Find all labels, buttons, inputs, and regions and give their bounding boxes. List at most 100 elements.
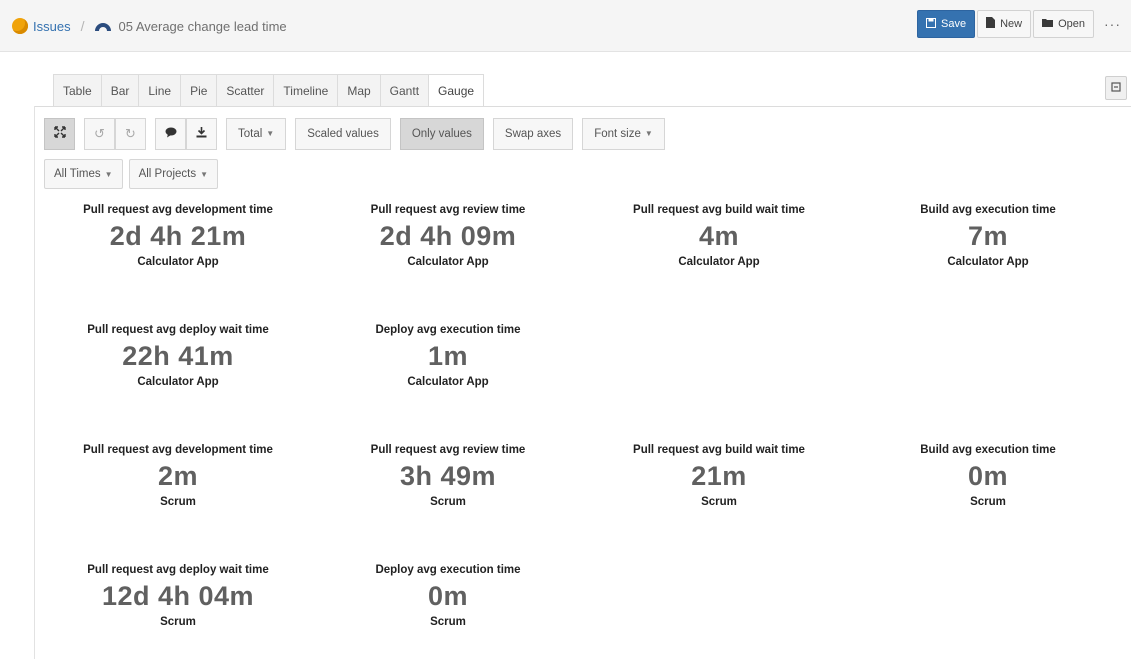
gauge-title: Deploy avg execution time [375,564,521,576]
gauge-project: Calculator App [407,256,489,268]
open-button[interactable]: Open [1033,10,1094,38]
gauge-card: Pull request avg review time 3h 49m Scru… [313,442,583,510]
gauge-project: Scrum [430,616,466,628]
gauge-value: 7m [967,221,1009,251]
gauge-value: 3h 49m [399,461,497,491]
tab-bar[interactable]: Bar [100,74,139,107]
undo-icon: ↺ [94,125,105,141]
gauge-project: Scrum [701,496,737,508]
gauge-card: Pull request avg build wait time 4m Calc… [584,202,854,270]
gauge-title: Pull request avg build wait time [633,204,805,216]
gauge-card: Pull request avg deploy wait time 12d 4h… [43,562,313,630]
times-filter-dropdown[interactable]: All Times ▼ [44,159,123,189]
gauge-card: Pull request avg review time 2d 4h 09m C… [313,202,583,270]
gauge-card: Build avg execution time 0m Scrum [853,442,1123,510]
gauge-project: Calculator App [137,376,219,388]
scaled-values-toggle[interactable]: Scaled values [295,117,391,150]
gauge-title: Deploy avg execution time [375,324,521,336]
font-size-label: Font size [594,127,641,140]
chevron-down-icon: ▼ [644,129,653,138]
swap-axes-button[interactable]: Swap axes [492,117,574,150]
gauge-value: 12d 4h 04m [101,581,255,611]
gauge-value: 22h 41m [122,341,234,371]
gauge-value: 2m [157,461,199,491]
redo-icon: ↻ [125,125,136,141]
tab-line[interactable]: Line [138,74,181,107]
comment-icon [165,126,177,141]
tab-table[interactable]: Table [53,74,101,107]
times-filter-label: All Times [54,168,101,180]
gauge-title: Build avg execution time [920,204,1056,216]
redo-button[interactable]: ↻ [115,117,146,150]
projects-filter-dropdown[interactable]: All Projects ▼ [128,159,219,189]
gauge-value: 21m [691,461,747,491]
undo-button[interactable]: ↺ [84,117,115,150]
gauge-project: Calculator App [947,256,1029,268]
gauge-value: 2d 4h 21m [109,221,247,251]
gauge-card: Deploy avg execution time 1m Calculator … [313,322,583,390]
gauge-value: 1m [427,341,469,371]
comment-button[interactable] [155,117,186,150]
new-label: New [1000,18,1023,30]
breadcrumb-issues-link[interactable]: Issues [33,19,71,34]
gauge-title: Pull request avg development time [83,444,273,456]
report-title: 05 Average change lead time [118,18,287,34]
expand-icon [53,126,66,141]
gauge-project: Calculator App [137,256,219,268]
tab-pie[interactable]: Pie [180,74,217,107]
gauge-card: Pull request avg development time 2d 4h … [43,202,313,270]
gauge-project: Scrum [160,616,196,628]
new-button[interactable]: New [977,10,1032,38]
gauge-report-icon [94,20,112,32]
gauge-title: Pull request avg development time [83,204,273,216]
only-values-toggle[interactable]: Only values [399,117,484,150]
gauge-card: Pull request avg build wait time 21m Scr… [584,442,854,510]
total-dropdown[interactable]: Total ▼ [226,117,287,150]
gauge-title: Pull request avg build wait time [633,444,805,456]
download-button[interactable] [186,117,217,150]
gauge-card: Deploy avg execution time 0m Scrum [313,562,583,630]
gauge-card: Pull request avg development time 2m Scr… [43,442,313,510]
gauge-project: Calculator App [407,376,489,388]
gauge-title: Pull request avg review time [370,204,526,216]
gauge-project: Scrum [160,496,196,508]
gauge-project: Calculator App [678,256,760,268]
top-header: Issues / 05 Average change lead time Sav… [0,0,1131,52]
folder-icon [1042,18,1054,30]
chevron-down-icon: ▼ [104,169,113,179]
font-size-dropdown[interactable]: Font size ▼ [582,117,665,150]
save-icon [925,17,936,31]
new-file-icon [986,17,996,31]
refresh-icon [1111,81,1121,95]
gauge-card: Build avg execution time 7m Calculator A… [853,202,1123,270]
chart-type-tabs: Table Bar Line Pie Scatter Timeline Map … [53,74,485,107]
breadcrumb-separator: / [80,18,85,34]
total-label: Total [238,127,263,140]
tab-gauge[interactable]: Gauge [428,74,485,107]
filter-bar: All Times ▼ All Projects ▼ [44,159,224,189]
gauge-project: Scrum [430,496,466,508]
projects-filter-label: All Projects [138,168,197,180]
tabs-divider [34,106,1131,107]
tab-scatter[interactable]: Scatter [216,74,274,107]
fullscreen-button[interactable] [44,117,75,150]
open-label: Open [1058,18,1085,30]
tab-map[interactable]: Map [337,74,380,107]
gauge-title: Pull request avg deploy wait time [87,324,269,336]
refresh-button[interactable] [1105,76,1127,100]
gauge-value: 4m [698,221,740,251]
issues-cube-icon [12,18,28,34]
gauge-title: Build avg execution time [920,444,1056,456]
gauge-value: 0m [427,581,469,611]
chevron-down-icon: ▼ [200,169,209,179]
tab-timeline[interactable]: Timeline [273,74,338,107]
save-button[interactable]: Save [916,10,976,38]
more-actions-button[interactable]: ··· [1096,10,1129,38]
download-icon [196,126,207,141]
panel-border [34,106,35,659]
gauge-title: Pull request avg deploy wait time [87,564,269,576]
save-label: Save [940,18,967,30]
tab-gantt[interactable]: Gantt [379,74,429,107]
chart-toolbar: ↺ ↻ Total ▼ Scaled values Only values Sw… [44,117,665,150]
gauge-card: Pull request avg deploy wait time 22h 41… [43,322,313,390]
